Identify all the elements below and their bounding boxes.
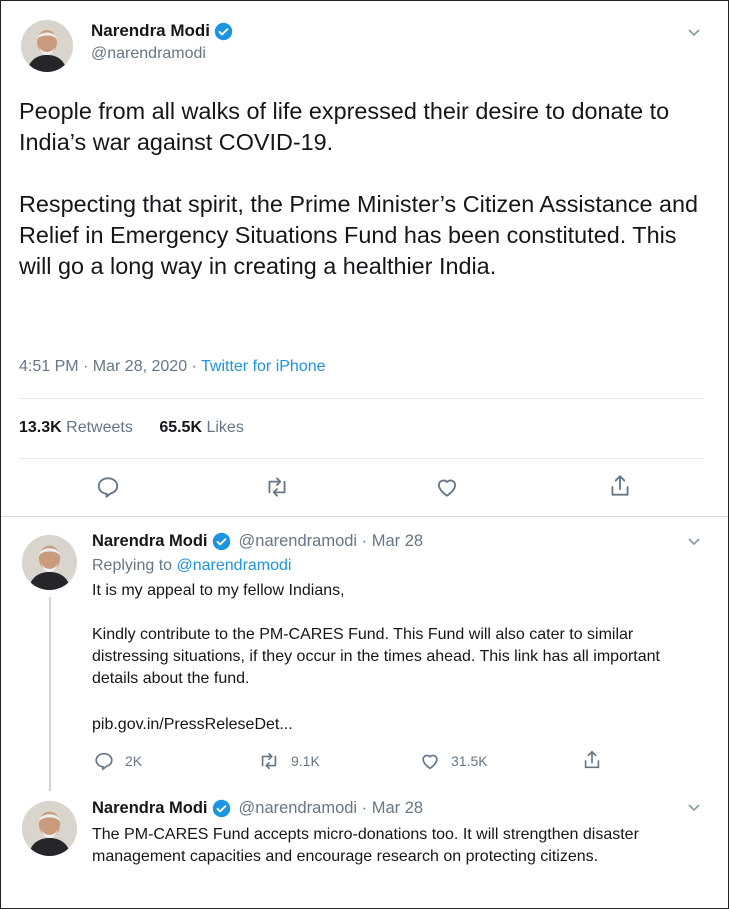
tweet-meta: 4:51 PM · Mar 28, 2020 · Twitter for iPh… (19, 358, 326, 376)
author-row: Narendra Modi @narendramodi · Mar 28 (92, 799, 423, 818)
reply-count: 2K (125, 753, 143, 769)
retweet-button[interactable] (263, 474, 291, 500)
retweet-count: 9.1K (291, 753, 320, 769)
replying-to: Replying to @narendramodi (92, 557, 291, 575)
tweet-text: People from all walks of life expressed … (19, 96, 709, 282)
retweets-stat[interactable]: 13.3K Retweets (19, 419, 133, 436)
like-count: 31.5K (451, 753, 488, 769)
thread-connector (49, 597, 51, 791)
retweets-count: 13.3K (19, 419, 62, 436)
reply-button[interactable]: 2K (93, 750, 142, 772)
handle-date[interactable]: @narendramodi · Mar 28 (239, 799, 424, 818)
reply-icon (97, 477, 119, 498)
tweet-source[interactable]: Twitter for iPhone (201, 358, 326, 375)
avatar-portrait (22, 801, 77, 856)
share-button[interactable] (607, 473, 633, 499)
divider (1, 516, 728, 517)
reply-line: Kindly contribute to the PM-CARES Fund. … (92, 626, 660, 687)
author-name[interactable]: Narendra Modi (91, 21, 210, 41)
author-row: Narendra Modi @narendramodi · Mar 28 (92, 532, 423, 551)
like-button[interactable]: 31.5K (419, 750, 488, 772)
chevron-down-icon[interactable] (686, 26, 702, 38)
reply-text: It is my appeal to my fellow Indians, Ki… (92, 580, 707, 690)
engagement-stats: 13.3K Retweets 65.5K Likes (19, 419, 266, 437)
reply-text: The PM-CARES Fund accepts micro-donation… (92, 826, 639, 865)
verified-badge-icon (214, 22, 233, 41)
avatar[interactable] (22, 535, 77, 590)
author-name[interactable]: Narendra Modi (92, 532, 208, 551)
avatar-portrait (21, 20, 73, 72)
replying-prefix: Replying to (92, 557, 173, 574)
divider (19, 398, 704, 399)
verified-badge-icon (212, 532, 231, 551)
replying-handle[interactable]: @narendramodi (177, 557, 292, 575)
avatar-portrait (22, 535, 77, 590)
share-icon (584, 750, 600, 769)
reply-button[interactable] (95, 474, 121, 500)
retweet-button[interactable]: 9.1K (257, 750, 320, 772)
divider (19, 458, 704, 459)
avatar[interactable] (21, 20, 73, 72)
like-icon (437, 479, 457, 497)
verified-badge-icon (212, 799, 231, 818)
tweet-paragraph: People from all walks of life expressed … (19, 98, 670, 155)
chevron-down-icon[interactable] (686, 535, 702, 547)
author-name[interactable]: Narendra Modi (92, 799, 208, 818)
share-button[interactable] (581, 749, 603, 771)
external-link[interactable]: pib.gov.in/PressReleseDet... (92, 714, 293, 736)
likes-stat[interactable]: 65.5K Likes (159, 419, 244, 436)
tweet-paragraph: Respecting that spirit, the Prime Minist… (19, 191, 699, 279)
tweet-timestamp[interactable]: 4:51 PM · Mar 28, 2020 · (19, 358, 197, 375)
retweet-icon (261, 752, 277, 770)
reply-icon (95, 752, 113, 771)
avatar[interactable] (22, 801, 77, 856)
tweet-thread: Narendra Modi @narendramodi People from … (0, 0, 729, 909)
like-icon (422, 754, 438, 770)
retweets-label: Retweets (66, 419, 133, 436)
author-row: Narendra Modi (91, 21, 233, 41)
author-handle[interactable]: @narendramodi (91, 45, 206, 63)
handle-date[interactable]: @narendramodi · Mar 28 (239, 532, 424, 551)
chevron-down-icon[interactable] (686, 801, 702, 813)
likes-label: Likes (206, 419, 244, 436)
like-button[interactable] (434, 474, 460, 500)
reply-line: It is my appeal to my fellow Indians, (92, 582, 345, 599)
share-icon (611, 475, 629, 496)
likes-count: 65.5K (159, 419, 203, 436)
retweet-icon (268, 477, 286, 497)
